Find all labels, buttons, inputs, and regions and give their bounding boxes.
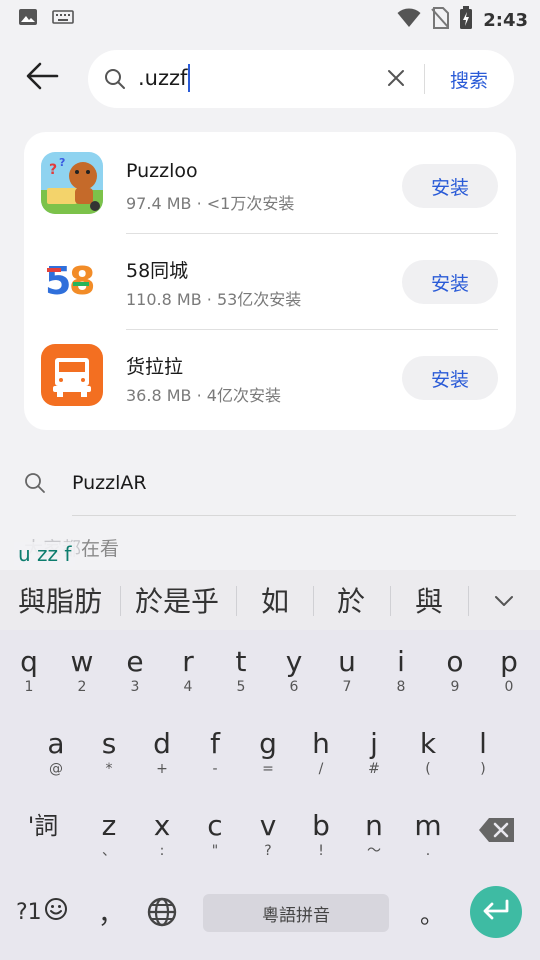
key-v[interactable]: v? (241, 794, 295, 864)
key-n[interactable]: n ～ (347, 794, 401, 864)
search-box[interactable]: .uzzf 搜索 (88, 50, 514, 108)
status-bar: 2:43 (0, 0, 540, 36)
app-row-huolala[interactable]: 货拉拉 36.8 MB · 4亿次安装 安装 (24, 324, 516, 420)
app-name: 货拉拉 (126, 356, 184, 378)
search-icon (104, 68, 126, 94)
puzzloo-app-icon: ? ? (41, 152, 103, 214)
key-r[interactable]: r4 (161, 630, 215, 700)
emoji-icon (44, 897, 68, 927)
key-f[interactable]: f- (188, 712, 242, 782)
candidate-item[interactable]: 與脂肪 (10, 578, 110, 622)
backspace-icon (470, 816, 524, 848)
key-b[interactable]: b! (294, 794, 348, 864)
battery-charging-icon (459, 6, 473, 34)
svg-text:5: 5 (45, 259, 71, 303)
app-meta: 36.8 MB · 4亿次安装 (126, 386, 281, 405)
key-k[interactable]: k( (401, 712, 455, 782)
candidate-item[interactable]: 如 (244, 578, 306, 622)
key-t[interactable]: t5 (214, 630, 268, 700)
svg-text:8: 8 (69, 259, 95, 303)
search-query: .uzzf (138, 66, 188, 90)
app-row-puzzloo[interactable]: ? ? Puzzloo 97.4 MB · <1万次安装 安装 (24, 132, 516, 228)
key-space[interactable]: 粵語拼音 (203, 894, 389, 932)
key-shift-phrase[interactable]: '詞 (8, 794, 78, 864)
key-g[interactable]: g = (241, 712, 295, 782)
key-m[interactable]: m. (401, 794, 455, 864)
symbols-label: ?1 (16, 899, 42, 925)
ime-composing-text: u zz f (14, 542, 76, 566)
candidate-divider (468, 586, 469, 616)
key-a[interactable]: a @ (29, 712, 83, 782)
candidate-item[interactable]: 於 (320, 578, 382, 622)
no-sim-icon (431, 7, 450, 33)
suggestion-divider (72, 515, 516, 516)
search-icon (24, 472, 46, 498)
globe-icon[interactable] (146, 896, 178, 932)
key-enter[interactable] (470, 886, 522, 938)
candidate-divider (120, 586, 121, 616)
key-l[interactable]: l) (456, 712, 510, 782)
key-o[interactable]: o9 (428, 630, 482, 700)
install-button[interactable]: 安装 (402, 356, 498, 400)
search-input[interactable]: .uzzf (138, 64, 191, 92)
key-c[interactable]: c " (188, 794, 242, 864)
keyboard-icon (52, 9, 74, 29)
key-symbols[interactable]: ?1 (16, 884, 68, 940)
search-button[interactable]: 搜索 (450, 66, 488, 93)
app-name: Puzzloo (126, 160, 198, 182)
enter-icon (481, 899, 511, 925)
key-s[interactable]: s * (82, 712, 136, 782)
candidate-divider (390, 586, 391, 616)
key-u[interactable]: u7 (320, 630, 374, 700)
key-d[interactable]: d + (135, 712, 189, 782)
key-p[interactable]: p0 (482, 630, 536, 700)
ime-candidate-bar: 與脂肪 於是乎 如 於 與 (0, 570, 540, 630)
svg-text:?: ? (49, 162, 57, 178)
text-caret (188, 64, 191, 92)
candidate-divider (236, 586, 237, 616)
candidate-item[interactable]: 於是乎 (128, 578, 226, 622)
huolala-app-icon (41, 344, 103, 406)
status-time: 2:43 (483, 9, 528, 31)
key-y[interactable]: y6 (267, 630, 321, 700)
wifi-icon (397, 8, 421, 32)
key-w[interactable]: w2 (55, 630, 109, 700)
key-h[interactable]: h / (294, 712, 348, 782)
search-results-card: ? ? Puzzloo 97.4 MB · <1万次安装 安装 5 8 58同城… (24, 132, 516, 430)
app-row-58tongcheng[interactable]: 5 8 58同城 110.8 MB · 53亿次安装 安装 (24, 228, 516, 324)
back-button[interactable] (22, 58, 62, 98)
key-e[interactable]: e3 (108, 630, 162, 700)
chevron-down-icon[interactable] (488, 586, 520, 616)
search-suggestion[interactable]: PuzzlAR (0, 458, 540, 508)
key-j[interactable]: j # (347, 712, 401, 782)
suggestion-text: PuzzlAR (72, 472, 147, 494)
key-period[interactable]: 。 (420, 884, 444, 940)
clear-icon[interactable] (386, 68, 406, 92)
candidate-divider (313, 586, 314, 616)
arrow-back-icon (25, 62, 59, 94)
app-meta: 110.8 MB · 53亿次安装 (126, 290, 302, 309)
keyboard-bottom-row: ?1 ， 粵語拼音 。 (0, 884, 540, 944)
install-button[interactable]: 安装 (402, 164, 498, 208)
candidate-item[interactable]: 與 (398, 578, 460, 622)
app-name: 58同城 (126, 260, 189, 282)
key-i[interactable]: i8 (374, 630, 428, 700)
key-q[interactable]: q1 (2, 630, 56, 700)
key-x[interactable]: x: (135, 794, 189, 864)
key-z[interactable]: z、 (82, 794, 136, 864)
key-comma[interactable]: ， (98, 884, 124, 940)
install-button[interactable]: 安装 (402, 260, 498, 304)
search-divider (424, 64, 425, 94)
image-icon (18, 8, 38, 30)
svg-text:?: ? (59, 156, 65, 169)
app-meta: 97.4 MB · <1万次安装 (126, 194, 295, 213)
key-backspace[interactable] (470, 794, 524, 864)
58tongcheng-app-icon: 5 8 (41, 248, 103, 310)
